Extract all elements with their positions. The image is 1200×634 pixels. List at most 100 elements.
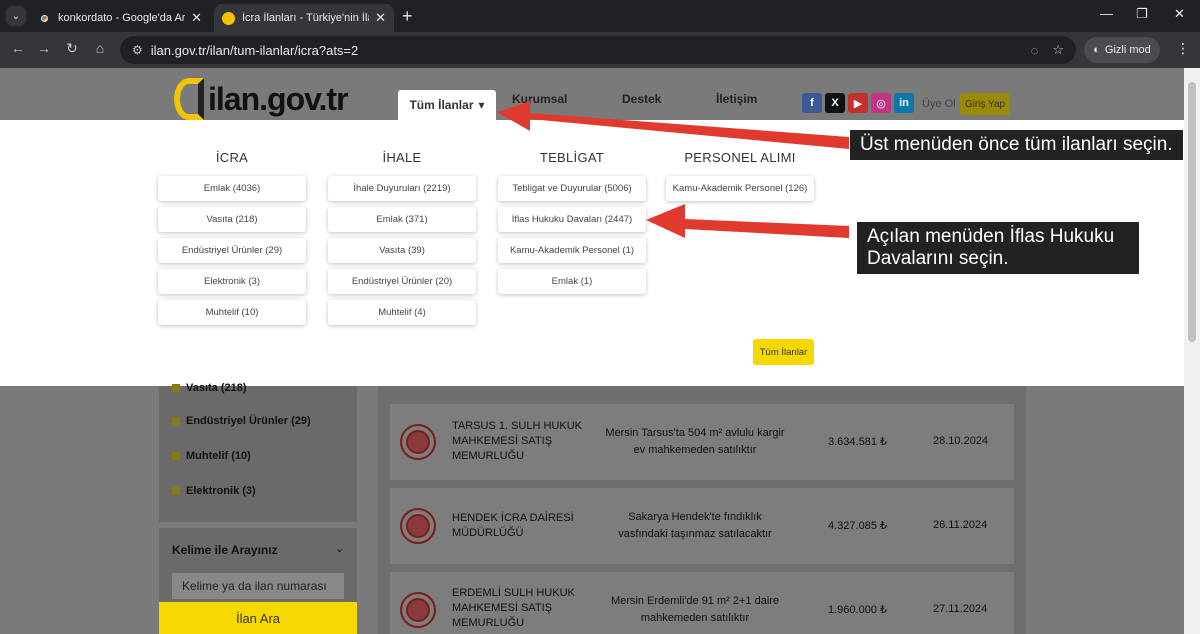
youtube-icon[interactable]: ▶ [848, 93, 868, 113]
ilan-ara-button[interactable]: İlan Ara [159, 602, 357, 634]
page-scrollbar[interactable] [1184, 68, 1200, 634]
listing-price: 3.634.581 ₺ [828, 436, 887, 448]
menu-column-ihale: İHALE İhale Duyuruları (2219) Emlak (371… [328, 120, 476, 325]
close-tab-icon[interactable]: ✕ [375, 10, 386, 26]
menu-item[interactable]: Tebligat ve Duyurular (5006) [498, 176, 646, 201]
bullet-icon [172, 487, 180, 495]
site-logo[interactable]: ilan.gov.tr [174, 78, 349, 120]
restore-icon[interactable]: ❐ [1136, 6, 1148, 22]
giris-yap-button[interactable]: Giriş Yap [960, 93, 1010, 115]
close-window-icon[interactable]: ✕ [1174, 6, 1185, 22]
menu-item[interactable]: Vasıta (39) [328, 238, 476, 263]
browser-toolbar: ← → ↻ ⌂ ⚙ ilan.gov.tr/ilan/tum-ilanlar/i… [0, 32, 1200, 68]
incognito-label: Gizli mod [1104, 44, 1151, 56]
court-seal-icon [400, 424, 436, 460]
tab-title: İcra İlanları - Türkiye'nin İlan Po [242, 12, 369, 24]
new-tab-icon[interactable]: + [402, 6, 413, 26]
menu-item[interactable]: Kamu-Akademik Personel (1) [498, 238, 646, 263]
listing-row[interactable]: TARSUS 1. SULH HUKUK MAHKEMESİ SATIŞ MEM… [390, 404, 1014, 480]
forward-icon[interactable]: → [34, 40, 54, 56]
keyword-search-input[interactable]: Kelime ya da ilan numarası [171, 572, 345, 600]
incognito-icon: ◐ [1093, 44, 1100, 56]
listing-court: ERDEMLİ SULH HUKUK MAHKEMESİ SATIŞ MEMUR… [452, 587, 575, 629]
site-info-icon[interactable]: ⚙ [132, 43, 143, 57]
logo-text: ilan.gov.tr [208, 80, 349, 117]
listing-price: 4.327.085 ₺ [828, 520, 887, 532]
menu-item[interactable]: Vasıta (218) [158, 207, 306, 232]
menu-column-tebligat: TEBLİGAT Tebligat ve Duyurular (5006) İf… [498, 120, 646, 294]
category-label: Vasıta (218) [186, 382, 247, 394]
eye-off-icon[interactable]: ◌ [1031, 43, 1039, 58]
browser-menu-icon[interactable]: ⋮ [1176, 40, 1190, 57]
sidebar-category[interactable]: Muhtelif (10) [172, 450, 251, 462]
court-seal-icon [400, 508, 436, 544]
menu-item[interactable]: Muhtelif (10) [158, 300, 306, 325]
annotation-callout-1: Üst menüden önce tüm ilanları seçin. [850, 130, 1183, 160]
listing-row[interactable]: ERDEMLİ SULH HUKUK MAHKEMESİ SATIŞ MEMUR… [390, 572, 1014, 634]
minimize-icon[interactable]: — [1100, 6, 1113, 21]
facebook-icon[interactable]: f [802, 93, 822, 113]
sidebar-category[interactable]: Vasıta (218) [172, 382, 247, 394]
menu-item[interactable]: Emlak (371) [328, 207, 476, 232]
tum-ilanlar-label: Tüm İlanlar [409, 98, 474, 112]
back-icon[interactable]: ← [8, 40, 28, 56]
browser-tab-bar: ⌄ konkordato - Google'da Ara ✕ İcra İlan… [0, 0, 1200, 32]
logo-mark-icon [174, 78, 204, 120]
close-tab-icon[interactable]: ✕ [191, 10, 202, 26]
home-icon[interactable]: ⌂ [90, 40, 110, 56]
nav-kurumsal[interactable]: Kurumsal [512, 92, 567, 106]
annotation-callout-2: Açılan menüden İflas Hukuku Davalarını s… [857, 222, 1139, 274]
scrollbar-thumb[interactable] [1188, 82, 1196, 342]
tab-title: konkordato - Google'da Ara [58, 12, 186, 24]
tab-search-icon[interactable]: ⌄ [6, 6, 26, 26]
x-icon[interactable]: X [825, 93, 845, 113]
address-bar[interactable]: ⚙ ilan.gov.tr/ilan/tum-ilanlar/icra?ats=… [120, 36, 1076, 64]
listing-row[interactable]: HENDEK İCRA DAİRESİ MÜDÜRLÜĞÜ Sakarya He… [390, 488, 1014, 564]
listing-date: 27.11.2024 [933, 603, 988, 615]
sidebar-category[interactable]: Elektronik (3) [172, 485, 256, 497]
keyword-search-title: Kelime ile Arayınız [172, 543, 278, 557]
reload-icon[interactable]: ↻ [62, 40, 82, 57]
uye-ol-link[interactable]: Üye Ol [922, 98, 956, 110]
listing-date: 28.10.2024 [933, 435, 989, 447]
linkedin-icon[interactable]: in [894, 93, 914, 113]
menu-item[interactable]: İhale Duyuruları (2219) [328, 176, 476, 201]
menu-item[interactable]: Emlak (4036) [158, 176, 306, 201]
category-label: Muhtelif (10) [186, 450, 251, 462]
category-label: Elektronik (3) [186, 485, 256, 497]
listing-description: Mersin Tarsus'ta 504 m² avlulu kargir ev… [605, 427, 785, 456]
browser-tab-google[interactable]: konkordato - Google'da Ara ✕ [30, 4, 210, 32]
menu-item[interactable]: Muhtelif (4) [328, 300, 476, 325]
tum-ilanlar-nav-button[interactable]: Tüm İlanlar ▾ [398, 90, 496, 120]
listing-description: Sakarya Hendek'te fındıklık vasfındaki t… [618, 511, 772, 540]
menu-item[interactable]: Kamu-Akademik Personel (126) [666, 176, 814, 201]
instagram-icon[interactable]: ◎ [871, 93, 891, 113]
nav-destek[interactable]: Destek [622, 92, 661, 106]
menu-item[interactable]: Elektronik (3) [158, 269, 306, 294]
listing-court: HENDEK İCRA DAİRESİ MÜDÜRLÜĞÜ [452, 512, 574, 539]
listing-price: 1.960.000 ₺ [828, 604, 887, 616]
sidebar-category[interactable]: Endüstriyel Ürünler (29) [172, 415, 311, 427]
menu-column-personel: PERSONEL ALIMI Kamu-Akademik Personel (1… [666, 120, 814, 201]
menu-column-icra: İCRA Emlak (4036) Vasıta (218) Endüstriy… [158, 120, 306, 325]
column-title: İCRA [215, 150, 249, 165]
menu-item[interactable]: Emlak (1) [498, 269, 646, 294]
column-title: TEBLİGAT [539, 150, 605, 165]
caret-down-icon: ▾ [478, 98, 485, 112]
court-seal-icon [400, 592, 436, 628]
browser-tab-ilan[interactable]: İcra İlanları - Türkiye'nin İlan Po ✕ [214, 4, 394, 32]
chevron-down-icon[interactable]: ⌄ [335, 542, 344, 555]
url-text[interactable]: ilan.gov.tr/ilan/tum-ilanlar/icra?ats=2 [151, 43, 1017, 58]
menu-item[interactable]: Endüstriyel Ürünler (29) [158, 238, 306, 263]
bullet-icon [172, 452, 180, 460]
google-icon [38, 11, 51, 25]
menu-item[interactable]: Endüstriyel Ürünler (20) [328, 269, 476, 294]
incognito-badge[interactable]: ◐ Gizli mod [1084, 37, 1160, 63]
menu-item-iflas-hukuku[interactable]: İflas Hukuku Davaları (2447) [498, 207, 646, 232]
tum-ilanlar-button[interactable]: Tüm İlanlar [753, 339, 814, 365]
nav-iletisim[interactable]: İletişim [716, 92, 757, 106]
star-icon[interactable]: ☆ [1052, 42, 1064, 58]
bullet-icon [172, 384, 180, 392]
bullet-icon [172, 417, 180, 425]
category-label: Endüstriyel Ürünler (29) [186, 415, 311, 427]
